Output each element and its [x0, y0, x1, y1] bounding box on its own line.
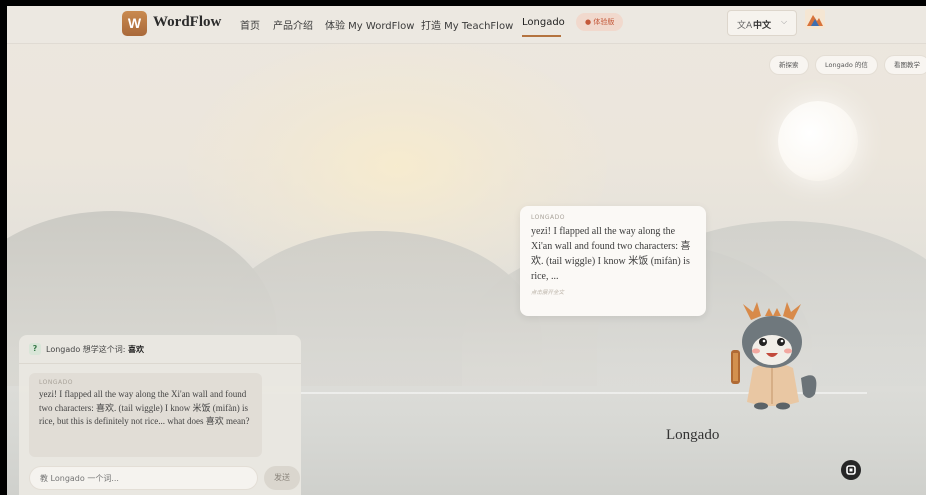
chat-panel-title: Longado 想学这个词: 喜欢: [46, 344, 144, 355]
chat-panel-header: ? Longado 想学这个词: 喜欢: [19, 335, 301, 364]
chat-toggle-icon: [846, 465, 856, 475]
nav-link-home[interactable]: 首页: [240, 17, 260, 32]
top-nav: W WordFlow 首页 产品介绍 体验 My WordFlow 打造 My …: [7, 6, 926, 44]
bubble-text: yezi! I flapped all the way along the Xi…: [531, 226, 691, 282]
message-text: yezi! I flapped all the way along the Xi…: [39, 389, 250, 426]
teach-word-input[interactable]: [29, 466, 258, 490]
nav-link-my-wordflow[interactable]: 体验 My WordFlow: [325, 17, 414, 32]
message-speaker-label: LONGADO: [39, 379, 73, 386]
chat-message: LONGADO yezi! I flapped all the way alon…: [29, 373, 262, 457]
brand-name[interactable]: WordFlow: [153, 14, 221, 31]
language-selector[interactable]: 文A 中文 ⌵: [727, 10, 797, 36]
nav-link-product[interactable]: 产品介绍: [273, 17, 313, 32]
logo-icon[interactable]: W: [122, 11, 147, 36]
speech-bubble[interactable]: LONGADO yezi! I flapped all the way alon…: [520, 206, 706, 316]
dragon-mascot-illustration[interactable]: [723, 298, 828, 413]
chat-panel: ? Longado 想学这个词: 喜欢 LONGADO yezi! I flap…: [19, 335, 301, 495]
nav-link-my-teachflow[interactable]: 打造 My TeachFlow: [421, 17, 513, 32]
avatar[interactable]: [805, 9, 825, 29]
question-icon: ?: [29, 343, 41, 355]
app-frame: W WordFlow 首页 产品介绍 体验 My WordFlow 打造 My …: [7, 6, 926, 495]
nav-link-longado[interactable]: Longado: [522, 17, 565, 28]
new-explore-chip[interactable]: 新探索: [769, 55, 809, 75]
target-word: 喜欢: [128, 345, 145, 354]
send-button[interactable]: 发送: [264, 466, 300, 490]
trial-badge: ● 体验版: [576, 13, 624, 31]
chevron-down-icon: ⌵: [781, 17, 788, 26]
translate-icon: 文A: [737, 21, 753, 31]
picture-teaching-chip[interactable]: 看图教学: [884, 55, 926, 75]
bubble-speaker-label: LONGADO: [531, 214, 565, 221]
character-name: Longado: [666, 427, 720, 443]
moon-illustration: [778, 101, 858, 181]
expand-hint[interactable]: 点击展开全文: [531, 288, 695, 296]
chat-toggle-button[interactable]: [841, 460, 861, 480]
language-label: 中文: [753, 21, 772, 31]
chat-panel-title-prefix: Longado 想学这个词:: [46, 345, 126, 354]
mountain-avatar-icon: [805, 9, 825, 29]
longado-letter-chip[interactable]: Longado 的信: [815, 55, 878, 75]
active-nav-indicator: [522, 35, 561, 37]
